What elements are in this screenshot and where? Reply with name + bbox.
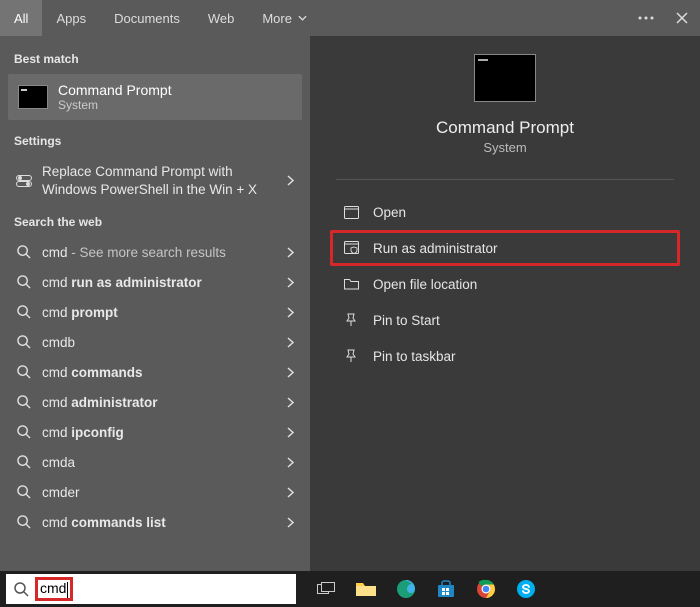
search-filter-tabs: All Apps Documents Web More [0, 0, 700, 36]
detail-subtitle: System [483, 140, 526, 155]
taskbar-skype[interactable] [506, 571, 546, 607]
best-match-item[interactable]: Command Prompt System [8, 74, 302, 120]
chevron-right-icon [287, 427, 294, 438]
search-icon [16, 394, 32, 410]
action-open-loc-label: Open file location [373, 277, 477, 292]
web-result-text: cmd commands [42, 365, 277, 380]
open-icon [343, 204, 359, 220]
web-result-item[interactable]: cmder [6, 477, 304, 507]
detail-title: Command Prompt [436, 116, 574, 138]
web-result-text: cmdb [42, 335, 277, 350]
web-result-item[interactable]: cmda [6, 447, 304, 477]
tab-web[interactable]: Web [194, 0, 249, 36]
web-result-text: cmd administrator [42, 395, 277, 410]
best-match-title: Command Prompt [58, 82, 172, 98]
action-open[interactable]: Open [330, 194, 680, 230]
taskbar-edge[interactable] [386, 571, 426, 607]
search-icon [14, 582, 29, 597]
search-icon [16, 364, 32, 380]
chevron-down-icon [298, 15, 307, 21]
search-value: cmd [40, 580, 66, 596]
action-run-as-administrator[interactable]: Run as administrator [330, 230, 680, 266]
web-result-item[interactable]: cmd prompt [6, 297, 304, 327]
section-search-web: Search the web [6, 205, 304, 237]
web-result-item[interactable]: cmd administrator [6, 387, 304, 417]
tab-more[interactable]: More [248, 0, 321, 36]
web-result-text: cmd ipconfig [42, 425, 277, 440]
taskbar-microsoft-store[interactable] [426, 571, 466, 607]
action-pin-to-start[interactable]: Pin to Start [330, 302, 680, 338]
search-icon [16, 484, 32, 500]
search-icon [16, 424, 32, 440]
best-match-subtitle: System [58, 98, 172, 112]
tab-documents[interactable]: Documents [100, 0, 194, 36]
chevron-right-icon [287, 277, 294, 288]
chevron-right-icon [287, 175, 294, 186]
tab-all[interactable]: All [0, 0, 42, 36]
web-result-text: cmd commands list [42, 515, 277, 530]
chevron-right-icon [287, 367, 294, 378]
settings-toggle-icon [16, 173, 32, 189]
taskbar-chrome[interactable] [466, 571, 506, 607]
search-input[interactable]: cmd [6, 574, 296, 604]
action-open-file-location[interactable]: Open file location [330, 266, 680, 302]
chevron-right-icon [287, 457, 294, 468]
pin-icon [343, 348, 359, 364]
action-pin-start-label: Pin to Start [373, 313, 440, 328]
web-result-item[interactable]: cmd commands [6, 357, 304, 387]
web-result-text: cmder [42, 485, 277, 500]
pin-icon [343, 312, 359, 328]
close-icon[interactable] [664, 0, 700, 36]
web-result-item[interactable]: cmd run as administrator [6, 267, 304, 297]
search-icon [16, 514, 32, 530]
web-result-text: cmd - See more search results [42, 245, 277, 260]
section-settings: Settings [6, 130, 304, 156]
command-prompt-icon [18, 85, 48, 109]
settings-item[interactable]: Replace Command Prompt with Windows Powe… [6, 156, 304, 205]
search-icon [16, 304, 32, 320]
chevron-right-icon [287, 397, 294, 408]
search-icon [16, 334, 32, 350]
chevron-right-icon [287, 487, 294, 498]
web-result-text: cmd prompt [42, 305, 277, 320]
chevron-right-icon [287, 337, 294, 348]
web-result-item[interactable]: cmd commands list [6, 507, 304, 537]
chevron-right-icon [287, 517, 294, 528]
taskbar-task-view[interactable] [306, 571, 346, 607]
action-run-admin-label: Run as administrator [373, 241, 498, 256]
action-open-label: Open [373, 205, 406, 220]
details-pane: Command Prompt System Open Run as admini… [310, 36, 700, 571]
search-icon [16, 454, 32, 470]
command-prompt-icon [474, 54, 536, 102]
action-pin-to-taskbar[interactable]: Pin to taskbar [330, 338, 680, 374]
taskbar: cmd [0, 571, 700, 607]
tab-apps[interactable]: Apps [42, 0, 100, 36]
results-list: Best match Command Prompt System Setting… [0, 36, 310, 571]
search-icon [16, 274, 32, 290]
text-caret [67, 582, 68, 598]
divider [336, 179, 674, 180]
settings-item-line2: Windows PowerShell in the Win + X [42, 181, 277, 199]
web-result-item[interactable]: cmd ipconfig [6, 417, 304, 447]
search-icon [16, 244, 32, 260]
shield-icon [343, 240, 359, 256]
settings-item-line1: Replace Command Prompt with [42, 163, 277, 181]
tab-more-label: More [262, 11, 292, 26]
taskbar-file-explorer[interactable] [346, 571, 386, 607]
chevron-right-icon [287, 307, 294, 318]
section-best-match: Best match [6, 48, 304, 74]
chevron-right-icon [287, 247, 294, 258]
more-options-icon[interactable] [628, 0, 664, 36]
web-result-text: cmda [42, 455, 277, 470]
web-result-item[interactable]: cmdb [6, 327, 304, 357]
action-pin-taskbar-label: Pin to taskbar [373, 349, 456, 364]
web-result-text: cmd run as administrator [42, 275, 277, 290]
folder-icon [343, 276, 359, 292]
web-result-item[interactable]: cmd - See more search results [6, 237, 304, 267]
